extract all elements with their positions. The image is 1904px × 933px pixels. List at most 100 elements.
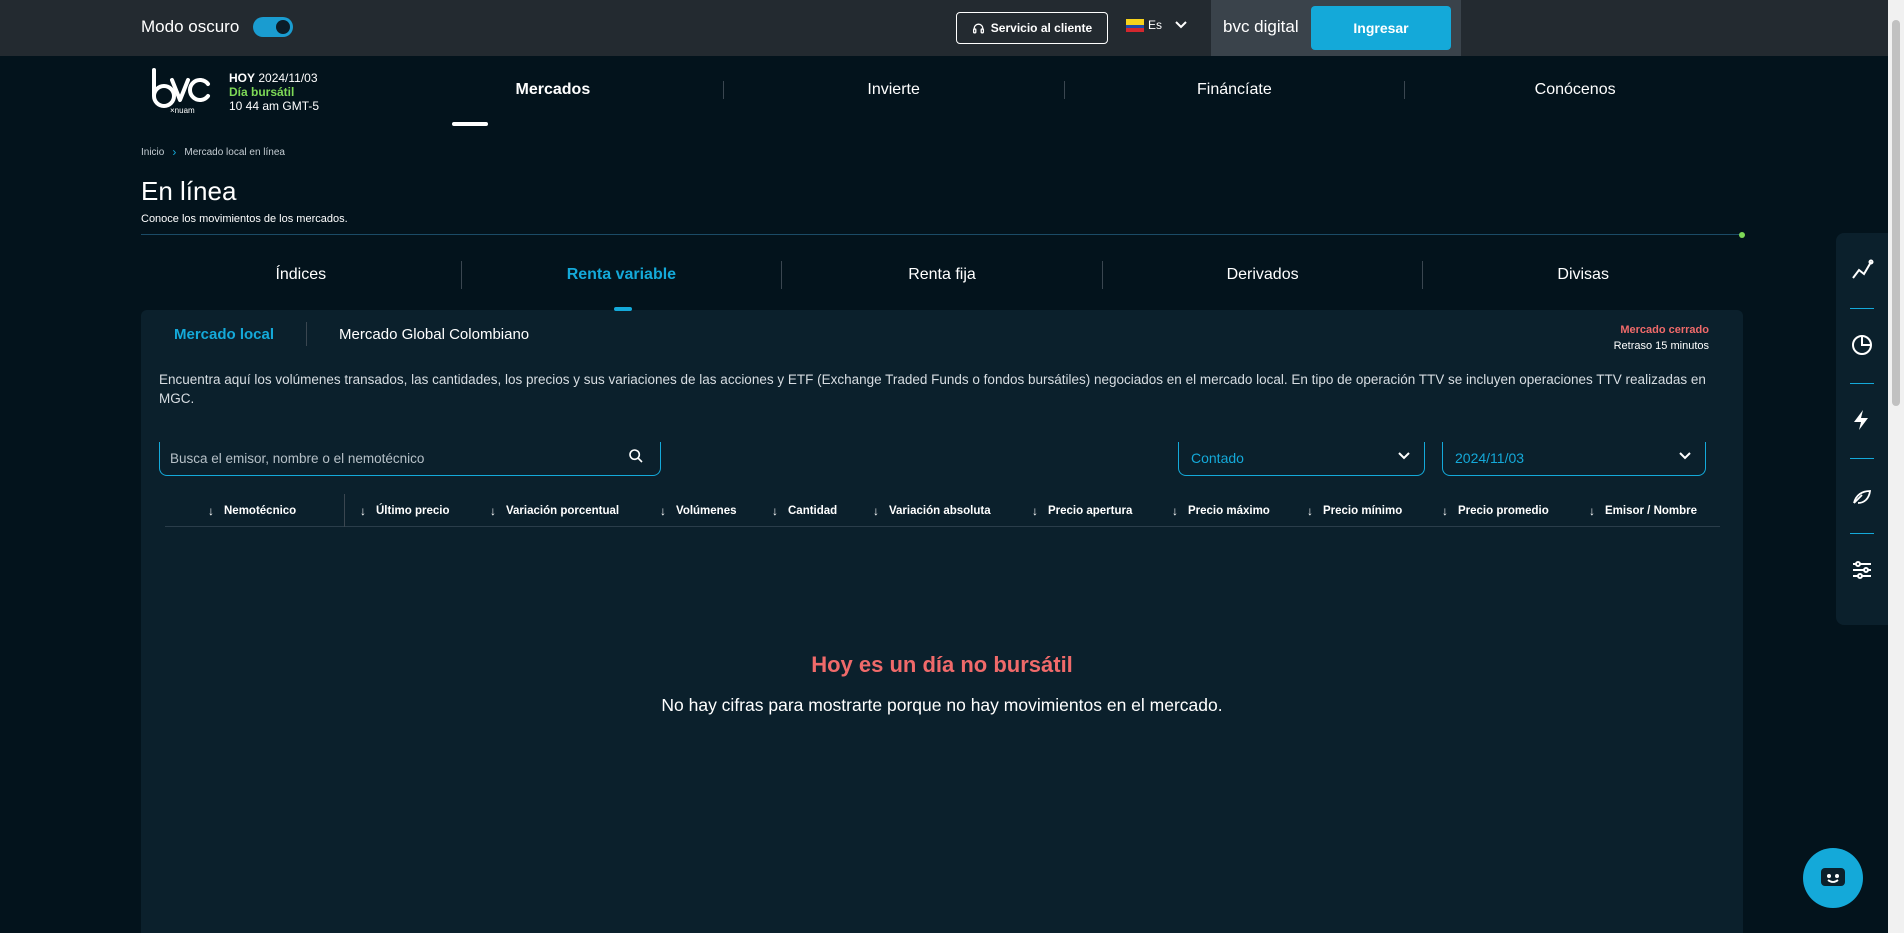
breadcrumb-home[interactable]: Inicio bbox=[141, 147, 164, 158]
line-chart-icon[interactable] bbox=[1850, 258, 1874, 282]
column-label: Precio máximo bbox=[1188, 505, 1270, 517]
dark-mode-toggle[interactable] bbox=[253, 17, 294, 37]
column-label: Emisor / Nombre bbox=[1605, 505, 1698, 517]
nav-item-mercados[interactable]: Mercados bbox=[383, 70, 723, 110]
quick-access-rail bbox=[1836, 233, 1888, 625]
chevron-down-icon bbox=[1175, 21, 1187, 29]
search-input[interactable] bbox=[170, 446, 610, 470]
tab-active-indicator bbox=[614, 307, 632, 311]
current-time: 10 44 am GMT-5 bbox=[229, 99, 320, 113]
language-label: Es bbox=[1148, 18, 1163, 32]
page-subtitle: Conoce los movimientos de los mercados. bbox=[141, 213, 348, 225]
rail-separator bbox=[1850, 383, 1874, 384]
today-label: HOY bbox=[229, 71, 256, 85]
column-header[interactable]: ↓ Volúmenes bbox=[660, 504, 737, 518]
scrollbar-thumb[interactable] bbox=[1892, 20, 1900, 406]
tab-derivados[interactable]: Derivados bbox=[1103, 258, 1423, 292]
nav-item-financiate[interactable]: Fináncíate bbox=[1065, 70, 1405, 110]
sliders-icon[interactable] bbox=[1850, 558, 1874, 582]
today-info: HOY 2024/11/03 Día bursátil 10 44 am GMT… bbox=[229, 71, 319, 113]
date-value: 2024/11/03 bbox=[1455, 450, 1525, 466]
rail-separator bbox=[1850, 458, 1874, 459]
nav-item-invierte[interactable]: Invierte bbox=[724, 70, 1064, 110]
sort-arrow-icon: ↓ bbox=[1172, 504, 1178, 518]
sort-arrow-icon: ↓ bbox=[660, 504, 666, 518]
column-header[interactable]: ↓ Precio promedio bbox=[1442, 504, 1549, 518]
column-header[interactable]: ↓ Precio máximo bbox=[1172, 504, 1270, 518]
rail-separator bbox=[1850, 533, 1874, 534]
market-tabs: Índices Renta variable Renta fija Deriva… bbox=[141, 258, 1743, 292]
subtab-mercado-local[interactable]: Mercado local bbox=[174, 326, 274, 343]
title-divider bbox=[141, 234, 1743, 235]
bvc-digital-label: bvc digital bbox=[1223, 17, 1299, 36]
column-label: Variación absoluta bbox=[889, 505, 991, 517]
chevron-right-icon: › bbox=[172, 145, 177, 159]
table-header: ↓ Nemotécnico ↓ Último precio ↓ Variación p… bbox=[165, 494, 1720, 527]
page-scrollbar[interactable] bbox=[1888, 0, 1904, 933]
sort-arrow-icon: ↓ bbox=[208, 504, 214, 518]
language-selector[interactable]: Es bbox=[1126, 18, 1188, 32]
market-description: Encuentra aquí los volúmenes transados, … bbox=[159, 372, 1706, 406]
login-button[interactable]: Ingresar bbox=[1311, 6, 1451, 50]
column-header[interactable]: ↓ Precio mínimo bbox=[1307, 504, 1402, 518]
bvc-logo[interactable]: ×nuam bbox=[148, 66, 212, 116]
leaf-icon[interactable] bbox=[1850, 483, 1874, 507]
tab-indices[interactable]: Índices bbox=[141, 258, 461, 292]
operation-type-select[interactable]: Contado bbox=[1178, 442, 1425, 476]
column-label: Precio promedio bbox=[1458, 505, 1549, 517]
customer-service-button[interactable]: Servicio al cliente bbox=[956, 12, 1108, 44]
today-date: 2024/11/03 bbox=[258, 71, 318, 85]
nav-item-conocenos[interactable]: Conócenos bbox=[1405, 70, 1745, 110]
column-label: Volúmenes bbox=[676, 505, 737, 517]
tab-divisas[interactable]: Divisas bbox=[1423, 258, 1743, 292]
logo-subtext: ×nuam bbox=[170, 106, 195, 115]
column-header[interactable]: ↓ Precio apertura bbox=[1032, 504, 1132, 518]
dark-mode-control: Modo oscuro bbox=[141, 17, 294, 37]
day-type: Día bursátil bbox=[229, 85, 295, 99]
market-delay: Retraso 15 minutos bbox=[1613, 340, 1709, 352]
page-title: En línea bbox=[141, 176, 237, 206]
chevron-down-icon bbox=[1679, 452, 1691, 460]
column-label: Variación porcentual bbox=[506, 505, 620, 517]
main-nav: Mercados Invierte Fináncíate Conócenos bbox=[383, 70, 1745, 110]
subtab-separator bbox=[306, 322, 308, 346]
nav-active-indicator bbox=[452, 122, 488, 126]
sort-arrow-icon: ↓ bbox=[772, 504, 778, 518]
sort-arrow-icon: ↓ bbox=[1032, 504, 1038, 518]
chat-bot-button[interactable] bbox=[1803, 848, 1863, 908]
column-header[interactable]: ↓ Nemotécnico bbox=[208, 504, 296, 518]
tab-renta-fija[interactable]: Renta fija bbox=[782, 258, 1102, 292]
date-select[interactable]: 2024/11/03 bbox=[1442, 442, 1706, 476]
empty-state-title: Hoy es un día no bursátil bbox=[811, 652, 1073, 677]
market-status: Mercado cerrado Retraso 15 minutos bbox=[1614, 322, 1709, 354]
column-header[interactable]: ↓ Emisor / Nombre bbox=[1589, 504, 1697, 518]
column-header[interactable]: ↓ Cantidad bbox=[772, 504, 837, 518]
market-state: Mercado cerrado bbox=[1620, 324, 1709, 336]
sort-arrow-icon: ↓ bbox=[490, 504, 496, 518]
pie-chart-icon[interactable] bbox=[1850, 333, 1874, 357]
column-label: Último precio bbox=[376, 505, 450, 517]
lightning-icon[interactable] bbox=[1850, 408, 1874, 432]
column-header[interactable]: ↓ Variación porcentual bbox=[490, 504, 619, 518]
column-label: Precio mínimo bbox=[1323, 505, 1403, 517]
sort-arrow-icon: ↓ bbox=[873, 504, 879, 518]
column-header[interactable]: ↓ Variación absoluta bbox=[873, 504, 991, 518]
live-status-dot bbox=[1739, 232, 1745, 238]
headset-icon bbox=[972, 23, 984, 33]
rail-separator bbox=[1850, 308, 1874, 309]
sort-arrow-icon: ↓ bbox=[1589, 504, 1595, 518]
customer-service-label: Servicio al cliente bbox=[990, 21, 1093, 35]
search-icon[interactable] bbox=[628, 448, 644, 464]
chat-bot-icon bbox=[1821, 868, 1845, 886]
operation-type-value: Contado bbox=[1191, 450, 1244, 466]
column-header[interactable]: ↓ Último precio bbox=[360, 504, 449, 518]
tab-renta-variable[interactable]: Renta variable bbox=[462, 258, 782, 292]
column-label: Precio apertura bbox=[1048, 505, 1133, 517]
subtab-mercado-global[interactable]: Mercado Global Colombiano bbox=[339, 326, 529, 343]
column-label: Nemotécnico bbox=[224, 505, 297, 517]
search-box bbox=[159, 442, 661, 476]
dark-mode-label: Modo oscuro bbox=[141, 17, 240, 36]
chevron-down-icon bbox=[1398, 452, 1410, 460]
sort-arrow-icon: ↓ bbox=[1307, 504, 1313, 518]
breadcrumb: Inicio › Mercado local en línea bbox=[141, 145, 285, 159]
